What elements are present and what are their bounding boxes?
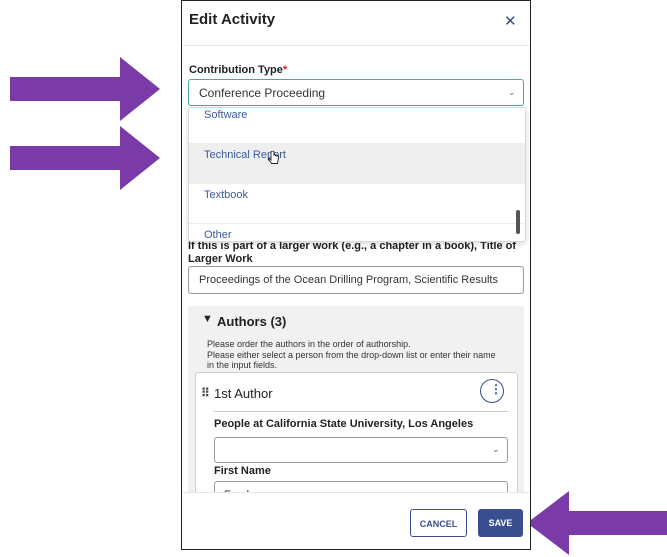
first-name-label: First Name [214,465,271,477]
contribution-type-label: Contribution Type* [189,64,287,76]
modal-header: Edit Activity ✕ [182,1,530,46]
authors-instruction: Please order the authors in the order of… [207,339,411,349]
kebab-icon: ⋮ [490,382,502,396]
drag-handle-icon[interactable]: ⠿ [201,386,210,400]
dropdown-option-technical-report[interactable]: Technical Report [189,144,525,184]
chevron-down-icon: ▼ [202,313,213,325]
chevron-down-icon: ⌄ [492,444,500,454]
arrow-annotation-option [10,126,160,190]
authors-instruction: Please either select a person from the d… [207,350,496,360]
modal-title: Edit Activity [189,11,276,28]
save-button[interactable]: SAVE [478,509,523,537]
contribution-type-dropdown[interactable]: Software Technical Report Textbook Other [188,107,526,242]
dropdown-option-other[interactable]: Other [189,224,525,241]
arrow-annotation-dropdown [10,57,160,121]
larger-work-title-input[interactable]: Proceedings of the Ocean Drilling Progra… [188,266,524,294]
close-icon[interactable]: ✕ [504,12,517,30]
dropdown-option-software[interactable]: Software [189,108,525,144]
arrow-annotation-save [527,491,667,555]
people-select[interactable]: ⌄ [214,437,508,463]
hand-cursor-icon [268,151,279,164]
contribution-type-label-text: Contribution Type [189,64,283,76]
edit-activity-modal: Edit Activity ✕ Contribution Type* Confe… [181,0,531,550]
required-marker: * [282,64,288,76]
chevron-down-icon: ⌄ [508,87,516,97]
authors-toggle[interactable]: ▼ Authors (3) [202,313,287,329]
larger-work-title-value: Proceedings of the Ocean Drilling Progra… [199,274,498,286]
contribution-type-select[interactable]: Conference Proceeding ⌄ [188,79,524,106]
authors-instruction: in the input fields. [207,360,278,370]
dropdown-option-textbook[interactable]: Textbook [189,184,525,224]
authors-heading: Authors (3) [217,314,287,329]
dropdown-scrollbar[interactable] [516,210,520,234]
people-select-label: People at California State University, L… [214,418,474,430]
contribution-type-value: Conference Proceeding [199,86,326,100]
author-heading: 1st Author [214,386,273,401]
more-options-button[interactable]: ⋮ [480,379,504,403]
cancel-button[interactable]: CANCEL [410,509,467,537]
divider [214,411,508,412]
larger-work-label: If this is part of a larger work (e.g., … [188,240,517,265]
modal-footer: CANCEL SAVE [182,492,530,549]
